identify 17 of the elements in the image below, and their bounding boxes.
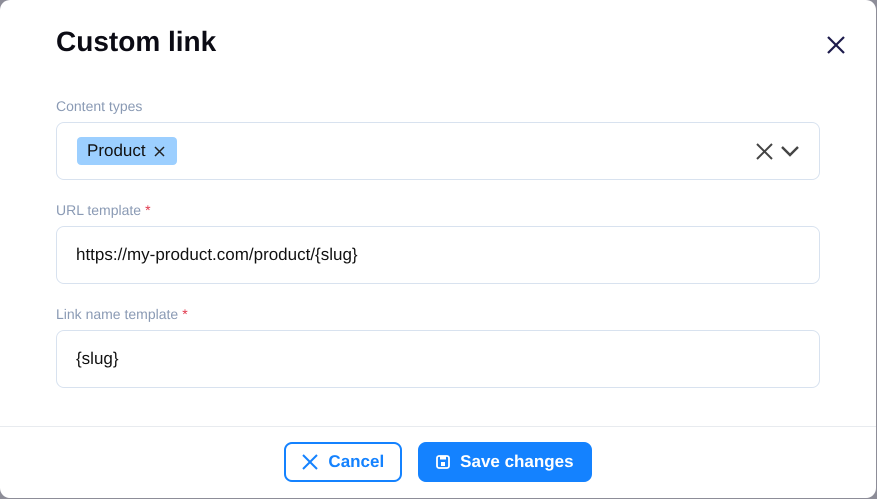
input-field[interactable]: https://my-product.com/product/{slug}	[56, 226, 820, 284]
field-label: Link name template	[56, 306, 178, 322]
close-icon	[302, 454, 318, 470]
save-button[interactable]: Save changes	[418, 442, 592, 482]
remove-icon[interactable]	[154, 146, 165, 156]
clear-icon	[756, 142, 773, 160]
chevron-down-icon	[781, 145, 799, 157]
dialog-title: Custom link	[56, 26, 216, 58]
field-label: URL template	[56, 202, 142, 218]
select-field[interactable]: Product	[56, 122, 820, 180]
required-asterisk: *	[145, 202, 151, 218]
field-label: Content types	[56, 98, 142, 114]
close-button[interactable]	[826, 35, 846, 55]
cancel-button[interactable]: Cancel	[284, 442, 402, 482]
tag-chip[interactable]: Product	[77, 137, 177, 165]
required-asterisk: *	[182, 306, 188, 322]
input-field[interactable]: {slug}	[56, 330, 820, 388]
